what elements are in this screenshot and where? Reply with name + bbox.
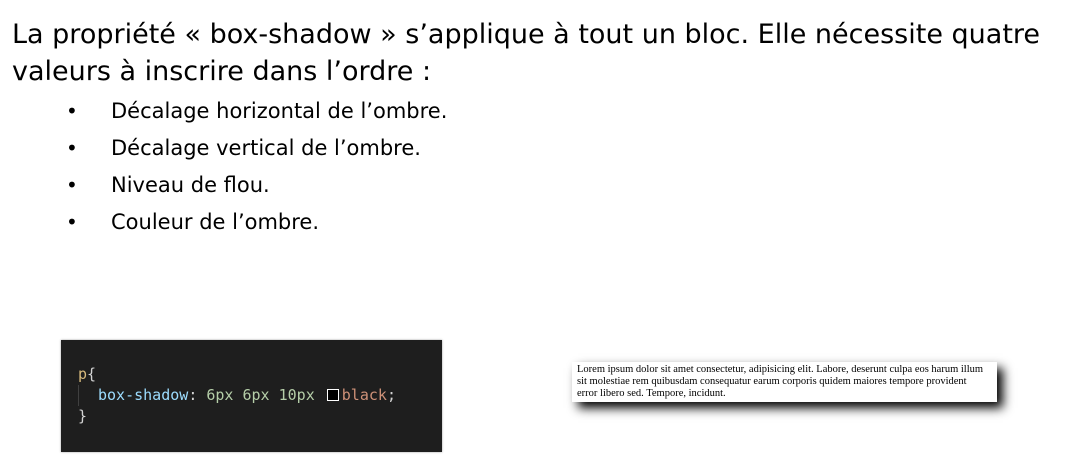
- intro-paragraph: La propriété « box-shadow » s’applique à…: [12, 19, 1041, 87]
- list-item: • Décalage horizontal de l’ombre.: [66, 92, 447, 129]
- list-item: • Couleur de l’ombre.: [66, 203, 447, 240]
- css-selector: p: [78, 365, 88, 383]
- css-value-horizontal: 6px: [206, 386, 234, 404]
- color-swatch-icon: [326, 389, 339, 401]
- list-item-text: Décalage vertical de l’ombre.: [111, 135, 421, 160]
- bullet-marker: •: [66, 135, 78, 160]
- code-line-close: }: [78, 406, 442, 427]
- demo-paragraph-text: Lorem ipsum dolor sit amet consectetur, …: [577, 364, 984, 399]
- css-value-vertical: 6px: [242, 386, 270, 404]
- css-value-color: black: [341, 386, 387, 404]
- list-item: • Décalage vertical de l’ombre.: [66, 129, 447, 166]
- list-item-text: Couleur de l’ombre.: [111, 209, 320, 234]
- css-value-blur: 10px: [278, 386, 315, 404]
- box-shadow-demo: Lorem ipsum dolor sit amet consectetur, …: [572, 362, 997, 402]
- code-snippet: p{ box-shadow: 6px 6px 10px black; }: [61, 340, 442, 452]
- close-brace: }: [78, 407, 88, 425]
- list-item-text: Décalage horizontal de l’ombre.: [111, 98, 448, 123]
- code-line-selector: p{: [78, 364, 442, 385]
- list-item-text: Niveau de flou.: [111, 172, 270, 197]
- bullet-list: • Décalage horizontal de l’ombre. • Déca…: [66, 92, 447, 240]
- bullet-marker: •: [66, 172, 78, 197]
- semicolon: ;: [386, 386, 396, 404]
- open-brace: {: [87, 365, 97, 383]
- bullet-marker: •: [66, 98, 78, 123]
- code-line-declaration: box-shadow: 6px 6px 10px black;: [78, 385, 442, 406]
- bullet-marker: •: [66, 209, 78, 234]
- css-property: box-shadow: [98, 386, 189, 404]
- indent-guide: [78, 385, 98, 406]
- colon: :: [188, 386, 198, 404]
- list-item: • Niveau de flou.: [66, 166, 447, 203]
